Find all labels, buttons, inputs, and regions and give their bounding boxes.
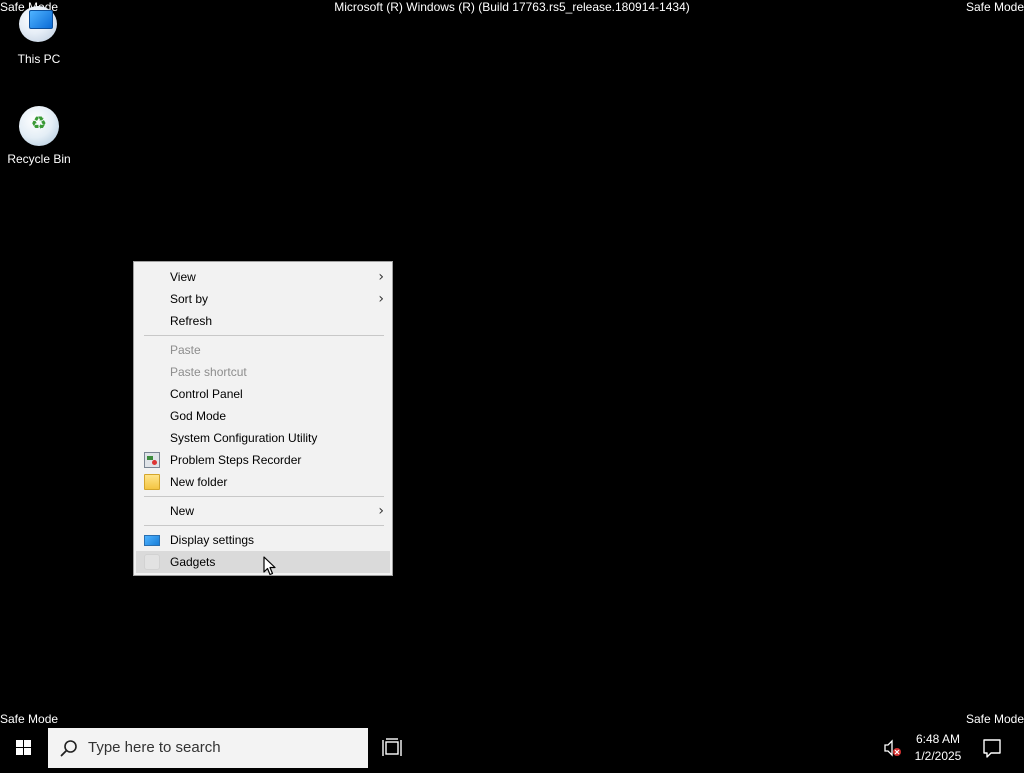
menu-item-label: Problem Steps Recorder (170, 453, 302, 467)
menu-item-display-settings[interactable]: Display settings (136, 529, 390, 551)
menu-item-label: View (170, 270, 196, 284)
menu-item-paste[interactable]: Paste (136, 339, 390, 361)
menu-item-label: Gadgets (170, 555, 216, 569)
steps-recorder-icon (144, 452, 160, 468)
chevron-right-icon: › (378, 269, 384, 285)
desktop-icon-this-pc[interactable]: This PC (0, 4, 78, 66)
desktop[interactable]: Safe Mode Microsoft (R) Windows (R) (Bui… (0, 0, 1024, 728)
task-view-button[interactable] (372, 728, 412, 768)
desktop-icon-label: Recycle Bin (7, 152, 71, 166)
windows-logo-icon (16, 740, 32, 756)
menu-separator (144, 496, 384, 497)
chevron-right-icon: › (378, 291, 384, 307)
recycle-bin-icon: ♻ (17, 104, 61, 148)
menu-item-label: Control Panel (170, 387, 243, 401)
mouse-cursor-icon (263, 556, 276, 576)
menu-item-system-configuration[interactable]: System Configuration Utility (136, 427, 390, 449)
menu-item-problem-steps-recorder[interactable]: Problem Steps Recorder (136, 449, 390, 471)
menu-item-paste-shortcut[interactable]: Paste shortcut (136, 361, 390, 383)
desktop-icon-label: This PC (17, 52, 61, 66)
taskbar-clock[interactable]: 6:48 AM 1/2/2025 (906, 728, 970, 768)
menu-item-view[interactable]: View › (136, 266, 390, 288)
menu-item-label: Paste (170, 343, 201, 357)
menu-item-refresh[interactable]: Refresh (136, 310, 390, 332)
menu-item-label: Refresh (170, 314, 213, 328)
menu-item-god-mode[interactable]: God Mode (136, 405, 390, 427)
menu-item-sort-by[interactable]: Sort by › (136, 288, 390, 310)
clock-time: 6:48 AM (915, 732, 961, 746)
volume-muted-button[interactable] (880, 728, 906, 768)
menu-separator (144, 525, 384, 526)
task-view-icon (382, 738, 402, 756)
taskbar: Type here to search 6:48 AM 1/2/2025 (0, 728, 1024, 768)
this-pc-icon (17, 4, 61, 48)
safe-mode-label-bottom-left: Safe Mode (0, 712, 59, 726)
display-icon (144, 535, 160, 546)
start-button[interactable] (0, 728, 48, 768)
menu-item-label: New folder (170, 475, 228, 489)
notification-icon (983, 739, 1001, 758)
menu-item-label: Paste shortcut (170, 365, 247, 379)
action-center-button[interactable] (976, 728, 1008, 768)
menu-item-label: System Configuration Utility (170, 431, 318, 445)
desktop-icon-recycle-bin[interactable]: ♻ Recycle Bin (0, 104, 78, 166)
speaker-muted-icon (884, 739, 901, 757)
chevron-right-icon: › (378, 503, 384, 519)
search-placeholder: Type here to search (88, 739, 221, 756)
folder-icon (144, 474, 160, 490)
menu-item-new[interactable]: New › (136, 500, 390, 522)
build-watermark: Microsoft (R) Windows (R) (Build 17763.r… (334, 0, 690, 14)
menu-item-control-panel[interactable]: Control Panel (136, 383, 390, 405)
menu-item-label: New (170, 504, 195, 518)
desktop-context-menu: View › Sort by › Refresh Paste Paste sho… (133, 261, 393, 576)
menu-separator (144, 335, 384, 336)
menu-item-label: Display settings (170, 533, 255, 547)
clock-date: 1/2/2025 (914, 749, 962, 763)
menu-item-new-folder[interactable]: New folder (136, 471, 390, 493)
menu-item-label: God Mode (170, 409, 227, 423)
taskbar-search-box[interactable]: Type here to search (48, 728, 368, 768)
safe-mode-label-bottom-right: Safe Mode (965, 712, 1024, 726)
safe-mode-label-top-right: Safe Mode (965, 0, 1024, 14)
menu-item-label: Sort by (170, 292, 209, 306)
search-icon (60, 740, 77, 757)
gadgets-icon (144, 554, 160, 570)
